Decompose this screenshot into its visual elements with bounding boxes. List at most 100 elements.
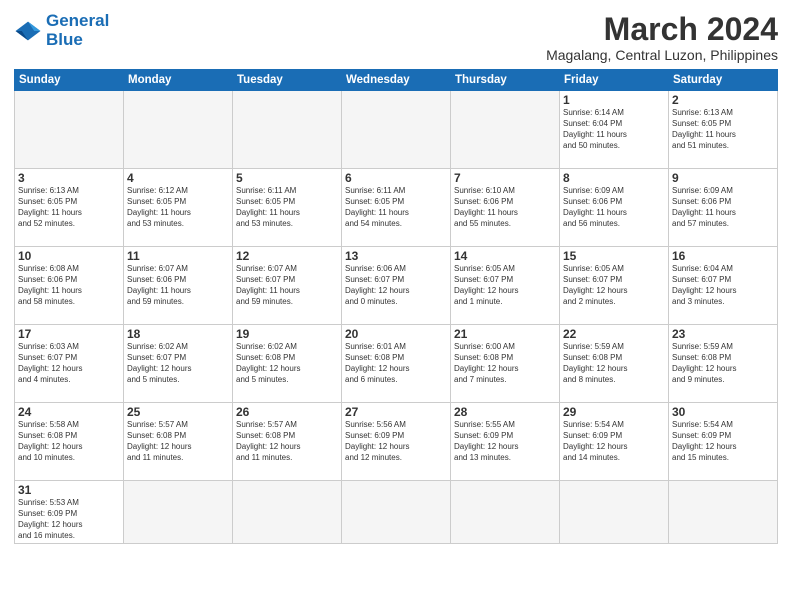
- calendar-cell: 23Sunrise: 5:59 AM Sunset: 6:08 PM Dayli…: [669, 325, 778, 403]
- day-info: Sunrise: 6:06 AM Sunset: 6:07 PM Dayligh…: [345, 264, 447, 307]
- day-number: 18: [127, 327, 229, 341]
- day-info: Sunrise: 6:09 AM Sunset: 6:06 PM Dayligh…: [563, 186, 665, 229]
- day-number: 1: [563, 93, 665, 107]
- day-info: Sunrise: 6:03 AM Sunset: 6:07 PM Dayligh…: [18, 342, 120, 385]
- day-number: 20: [345, 327, 447, 341]
- logo-text: General Blue: [46, 12, 109, 49]
- day-number: 8: [563, 171, 665, 185]
- calendar-header: SundayMondayTuesdayWednesdayThursdayFrid…: [15, 70, 778, 91]
- calendar-cell: 30Sunrise: 5:54 AM Sunset: 6:09 PM Dayli…: [669, 403, 778, 481]
- week-row-3: 10Sunrise: 6:08 AM Sunset: 6:06 PM Dayli…: [15, 247, 778, 325]
- page: General Blue March 2024 Magalang, Centra…: [0, 0, 792, 612]
- day-number: 31: [18, 483, 120, 497]
- calendar-cell: 3Sunrise: 6:13 AM Sunset: 6:05 PM Daylig…: [15, 169, 124, 247]
- day-info: Sunrise: 5:58 AM Sunset: 6:08 PM Dayligh…: [18, 420, 120, 463]
- calendar-cell: 14Sunrise: 6:05 AM Sunset: 6:07 PM Dayli…: [451, 247, 560, 325]
- calendar-cell: 6Sunrise: 6:11 AM Sunset: 6:05 PM Daylig…: [342, 169, 451, 247]
- calendar-cell: 15Sunrise: 6:05 AM Sunset: 6:07 PM Dayli…: [560, 247, 669, 325]
- logo: General Blue: [14, 12, 109, 49]
- calendar-cell: 28Sunrise: 5:55 AM Sunset: 6:09 PM Dayli…: [451, 403, 560, 481]
- day-info: Sunrise: 5:56 AM Sunset: 6:09 PM Dayligh…: [345, 420, 447, 463]
- day-number: 15: [563, 249, 665, 263]
- day-number: 23: [672, 327, 774, 341]
- day-info: Sunrise: 5:59 AM Sunset: 6:08 PM Dayligh…: [672, 342, 774, 385]
- weekday-monday: Monday: [124, 70, 233, 91]
- day-number: 29: [563, 405, 665, 419]
- weekday-friday: Friday: [560, 70, 669, 91]
- day-info: Sunrise: 5:54 AM Sunset: 6:09 PM Dayligh…: [563, 420, 665, 463]
- day-number: 2: [672, 93, 774, 107]
- calendar-cell: [560, 481, 669, 544]
- calendar-cell: 17Sunrise: 6:03 AM Sunset: 6:07 PM Dayli…: [15, 325, 124, 403]
- weekday-row: SundayMondayTuesdayWednesdayThursdayFrid…: [15, 70, 778, 91]
- calendar: SundayMondayTuesdayWednesdayThursdayFrid…: [14, 69, 778, 544]
- calendar-cell: 16Sunrise: 6:04 AM Sunset: 6:07 PM Dayli…: [669, 247, 778, 325]
- calendar-cell: [342, 91, 451, 169]
- calendar-cell: 8Sunrise: 6:09 AM Sunset: 6:06 PM Daylig…: [560, 169, 669, 247]
- day-number: 25: [127, 405, 229, 419]
- day-info: Sunrise: 5:55 AM Sunset: 6:09 PM Dayligh…: [454, 420, 556, 463]
- calendar-cell: [451, 481, 560, 544]
- week-row-5: 24Sunrise: 5:58 AM Sunset: 6:08 PM Dayli…: [15, 403, 778, 481]
- day-number: 7: [454, 171, 556, 185]
- weekday-thursday: Thursday: [451, 70, 560, 91]
- day-number: 13: [345, 249, 447, 263]
- day-info: Sunrise: 6:05 AM Sunset: 6:07 PM Dayligh…: [563, 264, 665, 307]
- weekday-wednesday: Wednesday: [342, 70, 451, 91]
- day-number: 28: [454, 405, 556, 419]
- calendar-cell: [669, 481, 778, 544]
- logo-general: General: [46, 11, 109, 30]
- week-row-1: 1Sunrise: 6:14 AM Sunset: 6:04 PM Daylig…: [15, 91, 778, 169]
- day-info: Sunrise: 6:00 AM Sunset: 6:08 PM Dayligh…: [454, 342, 556, 385]
- day-number: 21: [454, 327, 556, 341]
- day-number: 30: [672, 405, 774, 419]
- logo-blue: Blue: [46, 30, 83, 49]
- calendar-cell: [451, 91, 560, 169]
- day-number: 4: [127, 171, 229, 185]
- calendar-cell: 9Sunrise: 6:09 AM Sunset: 6:06 PM Daylig…: [669, 169, 778, 247]
- calendar-cell: 29Sunrise: 5:54 AM Sunset: 6:09 PM Dayli…: [560, 403, 669, 481]
- calendar-cell: 24Sunrise: 5:58 AM Sunset: 6:08 PM Dayli…: [15, 403, 124, 481]
- day-info: Sunrise: 6:04 AM Sunset: 6:07 PM Dayligh…: [672, 264, 774, 307]
- day-info: Sunrise: 5:53 AM Sunset: 6:09 PM Dayligh…: [18, 498, 120, 541]
- day-number: 24: [18, 405, 120, 419]
- day-number: 16: [672, 249, 774, 263]
- logo-icon: [14, 20, 42, 42]
- day-number: 6: [345, 171, 447, 185]
- day-number: 3: [18, 171, 120, 185]
- day-info: Sunrise: 6:11 AM Sunset: 6:05 PM Dayligh…: [345, 186, 447, 229]
- day-info: Sunrise: 6:12 AM Sunset: 6:05 PM Dayligh…: [127, 186, 229, 229]
- day-number: 5: [236, 171, 338, 185]
- day-info: Sunrise: 5:57 AM Sunset: 6:08 PM Dayligh…: [236, 420, 338, 463]
- day-number: 17: [18, 327, 120, 341]
- header: General Blue March 2024 Magalang, Centra…: [14, 12, 778, 63]
- calendar-cell: 25Sunrise: 5:57 AM Sunset: 6:08 PM Dayli…: [124, 403, 233, 481]
- day-number: 10: [18, 249, 120, 263]
- calendar-cell: 19Sunrise: 6:02 AM Sunset: 6:08 PM Dayli…: [233, 325, 342, 403]
- day-info: Sunrise: 5:54 AM Sunset: 6:09 PM Dayligh…: [672, 420, 774, 463]
- calendar-cell: 18Sunrise: 6:02 AM Sunset: 6:07 PM Dayli…: [124, 325, 233, 403]
- calendar-cell: 22Sunrise: 5:59 AM Sunset: 6:08 PM Dayli…: [560, 325, 669, 403]
- day-info: Sunrise: 6:05 AM Sunset: 6:07 PM Dayligh…: [454, 264, 556, 307]
- day-number: 14: [454, 249, 556, 263]
- day-info: Sunrise: 6:02 AM Sunset: 6:08 PM Dayligh…: [236, 342, 338, 385]
- calendar-body: 1Sunrise: 6:14 AM Sunset: 6:04 PM Daylig…: [15, 91, 778, 544]
- calendar-cell: 26Sunrise: 5:57 AM Sunset: 6:08 PM Dayli…: [233, 403, 342, 481]
- day-number: 11: [127, 249, 229, 263]
- calendar-cell: [15, 91, 124, 169]
- calendar-cell: 12Sunrise: 6:07 AM Sunset: 6:07 PM Dayli…: [233, 247, 342, 325]
- week-row-2: 3Sunrise: 6:13 AM Sunset: 6:05 PM Daylig…: [15, 169, 778, 247]
- calendar-cell: 21Sunrise: 6:00 AM Sunset: 6:08 PM Dayli…: [451, 325, 560, 403]
- day-number: 9: [672, 171, 774, 185]
- calendar-cell: 1Sunrise: 6:14 AM Sunset: 6:04 PM Daylig…: [560, 91, 669, 169]
- week-row-6: 31Sunrise: 5:53 AM Sunset: 6:09 PM Dayli…: [15, 481, 778, 544]
- calendar-cell: 13Sunrise: 6:06 AM Sunset: 6:07 PM Dayli…: [342, 247, 451, 325]
- day-info: Sunrise: 6:02 AM Sunset: 6:07 PM Dayligh…: [127, 342, 229, 385]
- calendar-cell: 2Sunrise: 6:13 AM Sunset: 6:05 PM Daylig…: [669, 91, 778, 169]
- weekday-sunday: Sunday: [15, 70, 124, 91]
- week-row-4: 17Sunrise: 6:03 AM Sunset: 6:07 PM Dayli…: [15, 325, 778, 403]
- day-info: Sunrise: 6:09 AM Sunset: 6:06 PM Dayligh…: [672, 186, 774, 229]
- day-info: Sunrise: 6:07 AM Sunset: 6:07 PM Dayligh…: [236, 264, 338, 307]
- day-number: 22: [563, 327, 665, 341]
- calendar-cell: 10Sunrise: 6:08 AM Sunset: 6:06 PM Dayli…: [15, 247, 124, 325]
